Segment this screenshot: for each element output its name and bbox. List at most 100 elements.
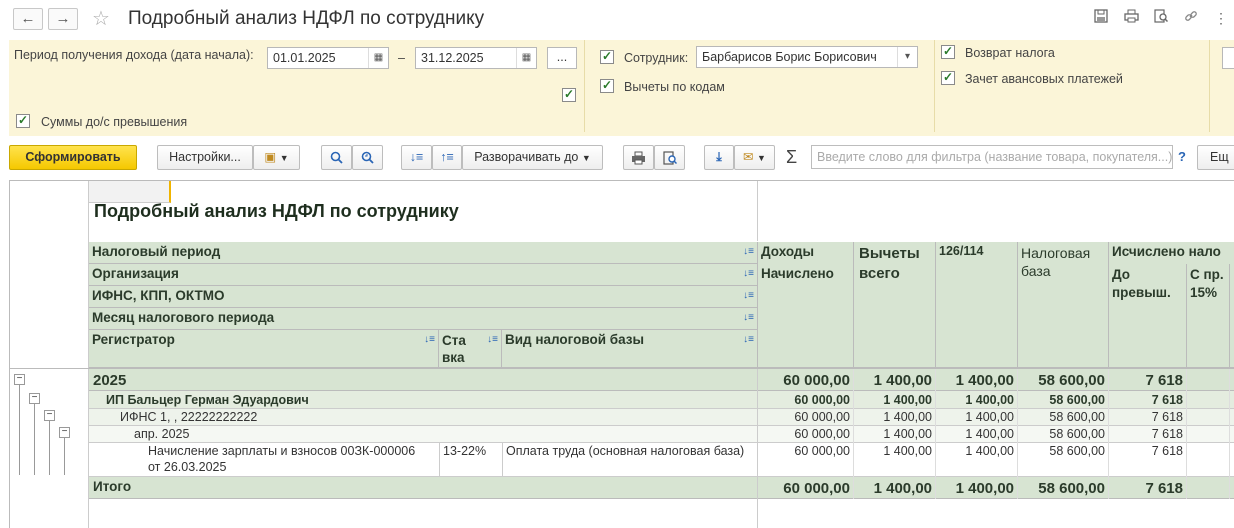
envelope-icon: ✉ (743, 150, 754, 164)
row-base: 58 600,00 (1049, 427, 1105, 441)
parameters-panel: Период получения дохода (дата начала): 0… (9, 40, 1234, 136)
sum-icon[interactable]: Σ (786, 147, 797, 168)
header-with-15[interactable]: С пр. 15% (1187, 264, 1230, 368)
collapse-icon[interactable]: − (29, 393, 40, 404)
help-button[interactable]: ? (1178, 149, 1186, 164)
row-label: ИФНС 1, , 22222222222 (120, 410, 258, 424)
collapse-icon[interactable]: − (14, 374, 25, 385)
expand-to-label: Разворачивать до (474, 150, 579, 164)
date-from-input[interactable]: 01.01.2025 ▦ (267, 47, 389, 69)
header-deductions[interactable]: Вычеты всего (854, 242, 936, 368)
sums-checkbox[interactable]: ✓ (16, 114, 30, 128)
deductions-by-codes-checkbox[interactable]: ✓ (600, 79, 614, 93)
save-icon[interactable] (1092, 9, 1110, 27)
period-label: Период получения дохода (дата начала): (14, 48, 254, 62)
current-cell[interactable] (89, 181, 171, 203)
chevron-down-icon: ▼ (757, 153, 766, 163)
calendar-icon[interactable]: ▦ (368, 48, 388, 68)
header-organization[interactable]: Организация ↓≡ (89, 264, 758, 286)
cell-border (439, 443, 440, 477)
window-title: Подробный анализ НДФЛ по сотруднику (128, 8, 485, 29)
print-button[interactable] (623, 145, 654, 170)
date-to-input[interactable]: 31.12.2025 ▦ (415, 47, 537, 69)
sort-asc-icon: ↑≡ (440, 150, 454, 164)
more-icon[interactable]: ⋮ (1212, 9, 1230, 27)
sort-icon[interactable]: ↓≡ (743, 312, 754, 323)
header-code-126-114[interactable]: 126/114 (936, 242, 1018, 368)
report-sheet[interactable]: Подробный анализ НДФЛ по сотруднику Нало… (9, 180, 1234, 528)
row-deductions: 1 400,00 (883, 393, 932, 407)
row-code: 1 400,00 (965, 427, 1014, 441)
column-border (757, 181, 758, 241)
row-label: апр. 2025 (134, 427, 190, 441)
forward-button[interactable]: → (48, 8, 78, 30)
settings-button[interactable]: Настройки... (157, 145, 253, 170)
calendar-icon[interactable]: ▦ (516, 48, 536, 68)
collapse-icon[interactable]: − (59, 427, 70, 438)
row-base: 58 600,00 (1049, 393, 1105, 407)
sort-desc-button[interactable]: ↓≡ (401, 145, 432, 170)
expand-to-button[interactable]: Разворачивать до ▼ (462, 145, 603, 170)
download-icon: ⤓ (716, 150, 722, 164)
employee-checkbox[interactable]: ✓ (600, 50, 614, 64)
divider (934, 40, 935, 132)
row-accrued: 60 000,00 (794, 410, 850, 424)
link-icon[interactable] (1182, 9, 1200, 27)
collapse-icon[interactable]: − (44, 410, 55, 421)
header-before-excess[interactable]: До превыш. (1109, 264, 1187, 368)
total-calc: 7 618 (1145, 480, 1183, 497)
header-tax-period[interactable]: Налоговый период ↓≡ (89, 242, 758, 264)
header-ifns[interactable]: ИФНС, КПП, ОКТМО ↓≡ (89, 286, 758, 308)
tree-line (34, 404, 35, 475)
row-deductions: 1 400,00 (883, 444, 932, 458)
date-from-value: 01.01.2025 (273, 51, 336, 65)
header-tax-base[interactable]: Налоговая база (1018, 242, 1109, 368)
find-button[interactable] (321, 145, 352, 170)
date-to-value: 31.12.2025 (421, 51, 484, 65)
search-next-icon (361, 151, 374, 164)
employee-select[interactable]: Барбарисов Борис Борисович ▾ (696, 46, 918, 68)
period-checkbox[interactable]: ✓ (562, 88, 576, 102)
tree-line (19, 385, 20, 475)
sort-icon[interactable]: ↓≡ (743, 290, 754, 301)
preview-icon (662, 151, 677, 165)
find-next-button[interactable] (352, 145, 383, 170)
sort-icon[interactable]: ↓≡ (743, 246, 754, 257)
send-email-button[interactable]: ✉ ▼ (734, 145, 775, 170)
header-income[interactable]: Доходы (758, 242, 854, 264)
period-select-button[interactable]: ... (547, 47, 577, 69)
header-month[interactable]: Месяц налогового периода ↓≡ (89, 308, 758, 330)
chevron-down-icon: ▼ (581, 153, 591, 163)
save-to-file-button[interactable]: ⤓ (704, 145, 734, 170)
chevron-down-icon[interactable]: ▾ (897, 47, 917, 67)
sort-icon[interactable]: ↓≡ (424, 334, 435, 345)
variants-button[interactable]: ▣ ▼ (253, 145, 300, 170)
header-calculated[interactable]: Исчислено нало (1109, 242, 1234, 264)
header-registrator-label: Регистратор (92, 332, 175, 347)
header-tax-base-kind[interactable]: Вид налоговой базы ↓≡ (502, 330, 758, 368)
sort-asc-button[interactable]: ↑≡ (432, 145, 462, 170)
header-tax-base-kind-label: Вид налоговой базы (505, 332, 645, 347)
favorite-star-icon[interactable]: ☆ (92, 6, 110, 31)
cell-border (502, 443, 503, 477)
hidden-field[interactable] (1222, 47, 1234, 69)
generate-button[interactable]: Сформировать (9, 145, 137, 170)
tax-refund-checkbox[interactable]: ✓ (941, 45, 955, 59)
header-rate[interactable]: Ста вка ↓≡ (439, 330, 502, 368)
sort-icon[interactable]: ↓≡ (487, 334, 498, 345)
row-accrued: 60 000,00 (783, 372, 850, 389)
preview-icon[interactable] (1152, 9, 1170, 27)
sort-icon[interactable]: ↓≡ (743, 268, 754, 279)
more-button[interactable]: Ещ (1197, 145, 1234, 170)
preview-button[interactable] (654, 145, 685, 170)
header-ifns-label: ИФНС, КПП, ОКТМО (92, 288, 225, 303)
header-registrator[interactable]: Регистратор ↓≡ (89, 330, 439, 368)
filter-input[interactable]: Введите слово для фильтра (название това… (811, 145, 1173, 169)
back-button[interactable]: ← (13, 8, 43, 30)
print-icon[interactable] (1122, 9, 1140, 27)
header-rate-label: Ста вка (442, 333, 466, 365)
sort-icon[interactable]: ↓≡ (743, 334, 754, 345)
header-accrued[interactable]: Начислено (758, 264, 854, 368)
header-month-label: Месяц налогового периода (92, 310, 275, 325)
advance-offset-checkbox[interactable]: ✓ (941, 71, 955, 85)
